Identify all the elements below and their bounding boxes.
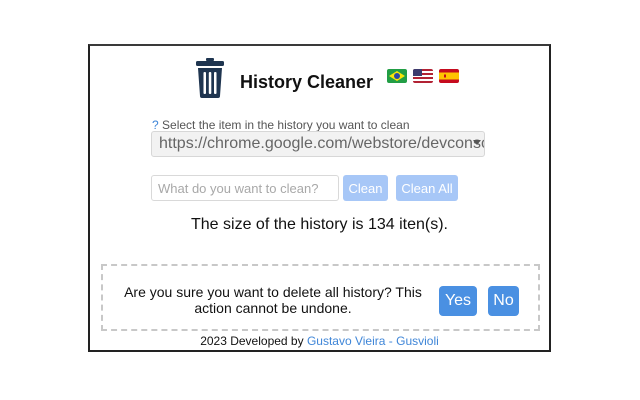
clean-search-input[interactable]: [151, 175, 339, 201]
history-cleaner-popup: History Cleaner ? Select the item in the…: [88, 44, 551, 352]
usa-flag-icon[interactable]: [413, 69, 433, 83]
clean-button[interactable]: Clean: [343, 175, 388, 201]
app-title: History Cleaner: [240, 72, 374, 92]
delete-confirmation-box: Are you sure you want to delete all hist…: [101, 264, 540, 331]
clean-all-button[interactable]: Clean All: [396, 175, 458, 201]
language-selector: [387, 69, 459, 83]
chevron-down-icon: [473, 140, 481, 145]
history-size-text: The size of the history is 134 iten(s).: [191, 216, 448, 233]
brazil-flag-icon[interactable]: [387, 69, 407, 83]
confirm-yes-button[interactable]: Yes: [439, 286, 477, 316]
history-item-select[interactable]: https://chrome.google.com/webstore/devco…: [151, 131, 485, 157]
select-hint: ? Select the item in the history you wan…: [152, 118, 410, 132]
footer: 2023 Developed by Gustavo Vieira - Gusvi…: [90, 334, 549, 348]
select-hint-text: Select the item in the history you want …: [162, 118, 410, 132]
author-link[interactable]: Gustavo Vieira - Gusvioli: [307, 334, 439, 348]
confirm-message: Are you sure you want to delete all hist…: [124, 284, 422, 316]
history-item-selected-value: https://chrome.google.com/webstore/devco…: [159, 135, 485, 152]
footer-text: 2023 Developed by: [200, 334, 304, 348]
spain-flag-icon[interactable]: [439, 69, 459, 83]
help-icon[interactable]: ?: [152, 118, 159, 132]
trash-can-icon: [194, 58, 226, 98]
confirm-no-button[interactable]: No: [488, 286, 519, 316]
